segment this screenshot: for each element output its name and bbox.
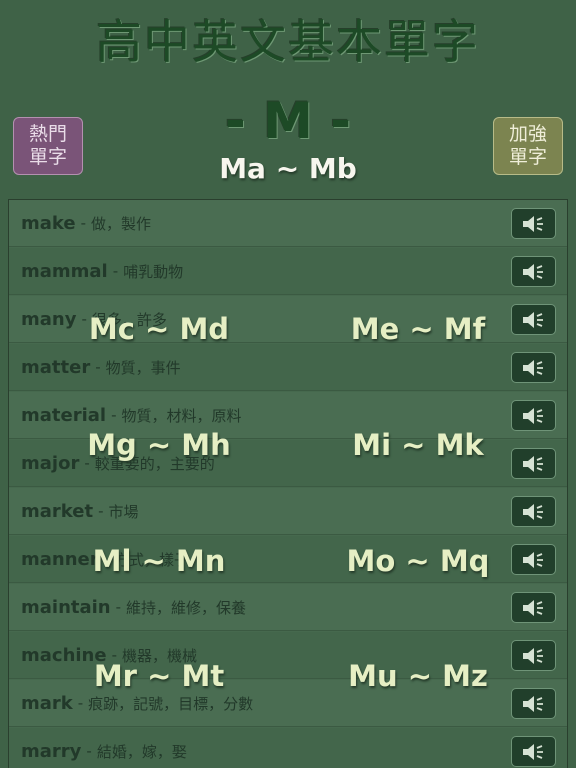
speaker-icon (522, 503, 543, 520)
speaker-button[interactable] (511, 736, 556, 767)
range-button[interactable]: Ml ~ Mn (44, 544, 274, 578)
word-separator: - (112, 262, 119, 280)
speaker-button[interactable] (511, 352, 556, 383)
word-separator: - (115, 598, 122, 616)
range-button[interactable]: Mc ~ Md (44, 312, 274, 346)
app-title: 高中英文基本單字 (96, 15, 480, 69)
word-text: material (21, 404, 107, 426)
range-button[interactable]: Me ~ Mf (303, 312, 533, 346)
word-row[interactable]: make - 做，製作 (9, 200, 567, 247)
word-meaning: 市場 (108, 502, 139, 521)
word-meaning: 物質，事件 (105, 358, 181, 377)
word-separator: - (77, 694, 84, 712)
word-text: maintain (21, 596, 111, 618)
speaker-button[interactable] (511, 256, 556, 287)
speaker-button[interactable] (511, 496, 556, 527)
range-button[interactable]: Mo ~ Mq (303, 544, 533, 578)
speaker-icon (522, 743, 543, 760)
advanced-words-label-line1: 加強 (508, 123, 547, 145)
word-separator: - (80, 214, 87, 232)
range-button[interactable]: Mu ~ Mz (303, 659, 533, 693)
word-meaning: 結婚，嫁，娶 (96, 742, 187, 761)
word-text: mark (21, 692, 73, 714)
word-text: market (21, 500, 94, 522)
word-separator: - (98, 502, 104, 520)
word-row[interactable]: market - 市場 (9, 488, 567, 535)
word-row[interactable]: matter - 物質，事件 (9, 344, 567, 391)
speaker-icon (522, 407, 543, 424)
word-text: mammal (21, 260, 108, 282)
word-meaning: 維持，維修，保養 (126, 598, 247, 617)
word-text: make (21, 212, 76, 234)
word-separator: - (111, 406, 117, 424)
range-button[interactable]: Mr ~ Mt (44, 659, 274, 693)
word-meaning: 痕跡，記號，目標，分數 (88, 694, 254, 713)
word-row[interactable]: marry - 結婚，嫁，娶 (9, 728, 567, 768)
speaker-icon (522, 695, 543, 712)
word-meaning: 做，製作 (91, 214, 152, 233)
speaker-button[interactable] (511, 592, 556, 623)
speaker-button[interactable] (511, 400, 556, 431)
word-separator: - (95, 358, 101, 376)
current-range-title: Ma ~ Mb (219, 152, 357, 185)
speaker-icon (522, 263, 543, 280)
range-button[interactable]: Mg ~ Mh (44, 428, 274, 462)
word-meaning: 物質，材料，原料 (121, 406, 242, 425)
speaker-icon (522, 359, 543, 376)
range-button[interactable]: Mi ~ Mk (303, 428, 533, 462)
speaker-icon (522, 215, 543, 232)
speaker-button[interactable] (511, 208, 556, 239)
letter-heading: - M - (224, 92, 352, 150)
word-text: marry (21, 740, 82, 762)
word-text: matter (21, 356, 91, 378)
word-separator: - (86, 742, 92, 760)
word-meaning: 哺乳動物 (123, 262, 184, 281)
hot-words-label-line1: 熱門 (28, 123, 67, 145)
speaker-icon (522, 599, 543, 616)
word-row[interactable]: maintain - 維持，維修，保養 (9, 584, 567, 631)
word-row[interactable]: mammal - 哺乳動物 (9, 248, 567, 295)
